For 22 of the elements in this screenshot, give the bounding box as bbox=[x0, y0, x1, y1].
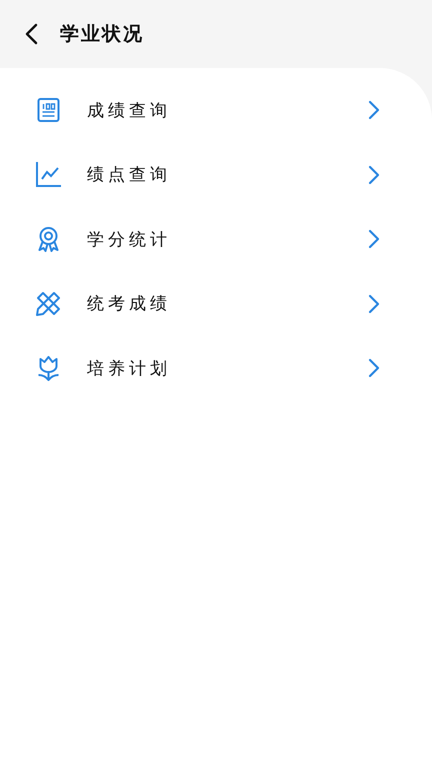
menu-item[interactable]: 培养计划 bbox=[0, 336, 432, 400]
chevron-right-icon bbox=[368, 100, 380, 120]
menu-item-label: 绩点查询 bbox=[87, 164, 172, 186]
menu-item[interactable]: 绩点查询 bbox=[0, 142, 432, 207]
menu-item-label: 培养计划 bbox=[87, 358, 172, 380]
menu-item[interactable]: 统考成绩 bbox=[0, 272, 432, 336]
chevron-right-icon bbox=[368, 164, 380, 185]
line-chart-icon bbox=[36, 162, 61, 188]
menu-item-label: 统考成绩 bbox=[87, 293, 172, 316]
chevron-right-icon bbox=[368, 358, 380, 378]
score-sheet-icon bbox=[36, 98, 61, 122]
menu-item-label: 成绩查询 bbox=[87, 100, 172, 122]
award-ribbon-icon bbox=[36, 226, 61, 252]
back-button[interactable] bbox=[24, 23, 38, 45]
tulip-icon bbox=[36, 356, 61, 381]
menu-item[interactable]: 成绩查询 bbox=[0, 78, 432, 142]
menu-item-label: 学分统计 bbox=[87, 228, 172, 251]
chevron-right-icon bbox=[368, 294, 380, 314]
pencil-ruler-icon bbox=[36, 291, 61, 316]
chevron-right-icon bbox=[368, 229, 380, 250]
menu-item[interactable]: 学分统计 bbox=[0, 207, 432, 272]
page-title: 学业状况 bbox=[60, 22, 144, 47]
